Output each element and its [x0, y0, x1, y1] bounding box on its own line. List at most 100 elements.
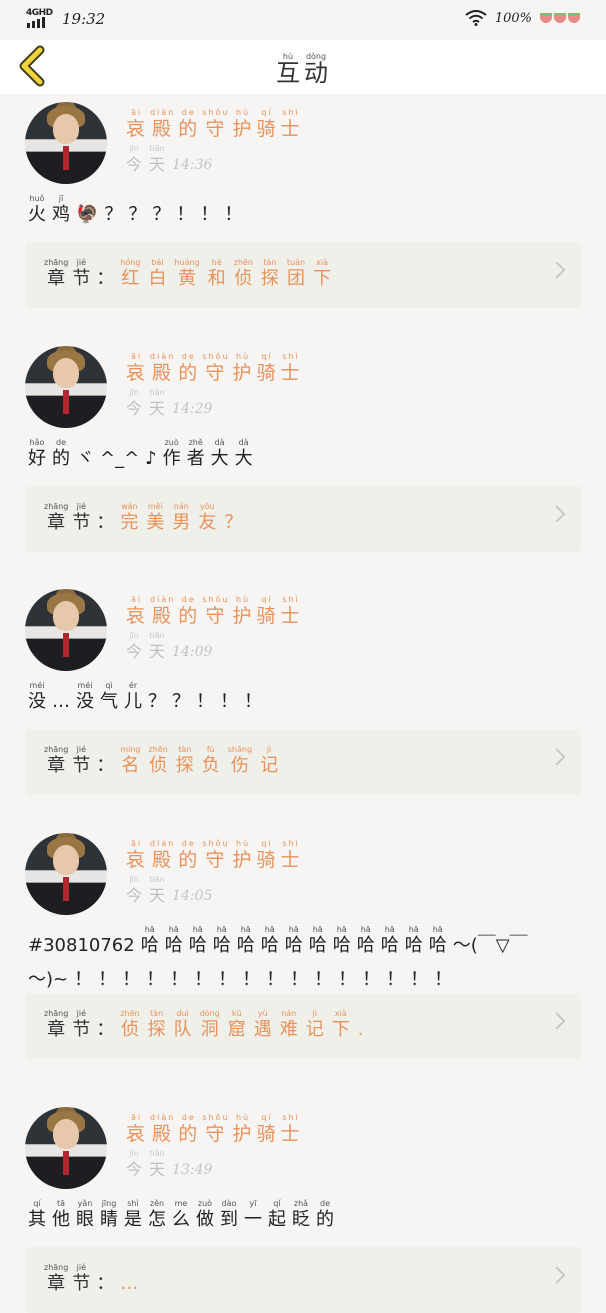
ruby-char: diàn 殿	[150, 595, 176, 627]
avatar[interactable]	[25, 346, 107, 428]
avatar[interactable]	[25, 1107, 107, 1189]
ruby-char: .…	[120, 1273, 139, 1294]
ruby-char: tàn 探	[175, 745, 194, 776]
avatar[interactable]	[25, 589, 107, 671]
ruby-char: fù 负	[201, 745, 220, 776]
username[interactable]: āi 哀 diàn 殿 de 的 shǒu 守 hù 护 qí 骑 shì 士	[126, 352, 305, 384]
ruby-char: dòng 动	[304, 52, 328, 87]
chapter-title: míng 名 zhēn 侦 tàn 探 fù 负 shāng 伤 jì 记	[120, 745, 286, 777]
ruby-char: míng 名	[120, 745, 141, 776]
ruby-char: hā 哈	[308, 925, 327, 956]
ruby-char: shǒu 守	[202, 352, 230, 384]
ruby-char: me 么	[172, 1199, 190, 1230]
chapter-label: zhāng 章 jié 节	[44, 1263, 94, 1295]
ruby-char: kū 窟	[227, 1009, 246, 1040]
ruby-char: .！	[146, 969, 165, 990]
ruby-char: hā 哈	[188, 925, 207, 956]
ruby-char: hǎo 好	[28, 438, 46, 469]
ruby-char: .！	[170, 969, 189, 990]
ruby-char: zhēn 侦	[120, 1009, 140, 1040]
ruby-char: hā 哈	[284, 925, 303, 956]
battery-percent: 100%	[494, 10, 532, 26]
chapter-link[interactable]: zhāng 章 jié 节： hóng 红 bái 白 huáng 黄 hé 和 zhēn 侦 tàn 探 tu…	[26, 242, 581, 308]
timestamp: jīn 今 tiān 天 14:29	[126, 388, 212, 420]
ruby-char: .！	[218, 969, 237, 990]
username[interactable]: āi 哀 diàn 殿 de 的 shǒu 守 hù 护 qí 骑 shì 士	[126, 108, 305, 140]
chapter-colon: ：	[96, 1019, 115, 1040]
ruby-char: jì 记	[305, 1009, 324, 1040]
timestamp-clock: 13:49	[172, 1162, 213, 1178]
ruby-char: qí 骑	[256, 352, 278, 384]
ruby-char: tiān 天	[149, 388, 166, 418]
ruby-char: hā 哈	[212, 925, 231, 956]
chapter-link[interactable]: zhāng章jié节：wán完měi美nán男yǒu友.？	[26, 486, 581, 552]
ruby-char: jīn 今	[126, 1149, 143, 1179]
ruby-char: .！	[194, 969, 213, 990]
chapter-title: wán完 měi美 nán男 yǒu友 .？	[120, 502, 250, 534]
timestamp: jīn 今 tiān 天 14:36	[126, 144, 212, 176]
ruby-char: .～)~	[28, 969, 69, 990]
ruby-char: hóng 红	[120, 258, 141, 289]
ruby-char: .…	[52, 691, 70, 712]
ruby-char: tàn 探	[147, 1009, 166, 1040]
chapter-label: zhāng 章 jié 节	[44, 502, 94, 534]
username[interactable]: āi 哀 diàn 殿 de 的 shǒu 守 hù 护 qí 骑 shì 士	[126, 1113, 305, 1145]
ruby-char: jié 节	[72, 1009, 91, 1040]
ruby-char: shì 士	[280, 595, 302, 627]
ruby-char: tiān 天	[149, 1149, 166, 1179]
ruby-char: hù 护	[232, 839, 254, 871]
ruby-char: hā 哈	[260, 925, 279, 956]
ruby-char: huǒ 火	[28, 194, 46, 225]
chapter-colon: ：	[96, 1273, 115, 1294]
ruby-char: wán 完	[120, 502, 139, 533]
ruby-char: āi 哀	[126, 839, 148, 871]
ruby-char: hā 哈	[428, 925, 447, 956]
ruby-char: jī 鸡	[52, 194, 70, 225]
username[interactable]: āi 哀 diàn 殿 de 的 shǒu 守 hù 护 qí 骑 shì 士	[126, 839, 305, 871]
ruby-char: .！	[200, 204, 219, 225]
ruby-char: qí 骑	[256, 108, 278, 140]
ruby-char: de 的	[316, 1199, 334, 1230]
ruby-char: .！	[386, 969, 405, 990]
status-bar: 4GHD 19:32 100%	[0, 0, 606, 40]
ruby-char: qí 骑	[256, 1113, 278, 1145]
comment-line: qí 其 tā 他 yǎn 眼 jīng 睛 shì 是 zěn 怎 me 么 zuò 做 dào 到 yī 一 qǐ 起…	[28, 1197, 588, 1231]
ruby-char: zhāng 章	[44, 1009, 69, 1040]
ruby-char: xià 下	[331, 1009, 350, 1040]
timestamp-clock: 14:29	[172, 401, 213, 417]
ruby-char: hù 互	[276, 52, 300, 87]
ruby-char: tiān 天	[149, 631, 166, 661]
timestamp: jīn 今 tiān 天 14:09	[126, 631, 212, 663]
ruby-char: nán 难	[279, 1009, 298, 1040]
ruby-char: zhēn 侦	[233, 258, 253, 289]
chapter-label: zhāng 章 jié 节	[44, 258, 94, 290]
ruby-char: xià 下	[313, 258, 332, 289]
avatar[interactable]	[25, 833, 107, 915]
ruby-char: hā 哈	[332, 925, 351, 956]
battery-melon-icon	[540, 13, 580, 23]
status-left: 4GHD 19:32	[26, 8, 105, 28]
ruby-char: hā 哈	[356, 925, 375, 956]
ruby-char: jīng 睛	[100, 1199, 118, 1230]
comment-line: hǎo好 de的 .ヾ .^_^.♪ zuò作 zhě者 dà大 dà大	[28, 436, 588, 470]
chapter-link[interactable]: zhāng章jié节：.…	[26, 1247, 581, 1313]
ruby-char: jīn 今	[126, 144, 143, 174]
chapter-link[interactable]: zhāng 章 jié 节： zhēn 侦 tàn 探 duì 队 dòng 洞 kū 窟 yù 遇 nán 难 j…	[26, 993, 581, 1059]
username[interactable]: āi 哀 diàn 殿 de 的 shǒu 守 hù 护 qí 骑 shì 士	[126, 595, 305, 627]
ruby-char: zhāng 章	[44, 1263, 69, 1294]
chapter-title: zhēn侦 tàn探 duì队 dòng洞 kū窟 yù遇 nán难 jì记 xià下..	[120, 1009, 371, 1041]
ruby-char: .！	[410, 969, 429, 990]
avatar[interactable]	[25, 102, 107, 184]
ruby-char: zhāng 章	[44, 258, 69, 289]
ruby-char: měi 美	[146, 502, 165, 533]
ruby-char: zhě 者	[186, 438, 205, 469]
ruby-char: shāng 伤	[227, 745, 253, 776]
ruby-char: qí 骑	[256, 595, 278, 627]
ruby-char: āi 哀	[126, 1113, 148, 1145]
timestamp-clock: 14:09	[172, 644, 213, 660]
ruby-char: qǐ 起	[268, 1199, 286, 1230]
ruby-char: .！	[176, 204, 195, 225]
chapter-link[interactable]: zhāng 章 jié 节： míng 名 zhēn 侦 tàn 探 fù 负 shāng 伤 jì 记	[26, 729, 581, 795]
ruby-char: jīn 今	[126, 875, 143, 905]
ruby-char: zhǎ 眨	[292, 1199, 310, 1230]
